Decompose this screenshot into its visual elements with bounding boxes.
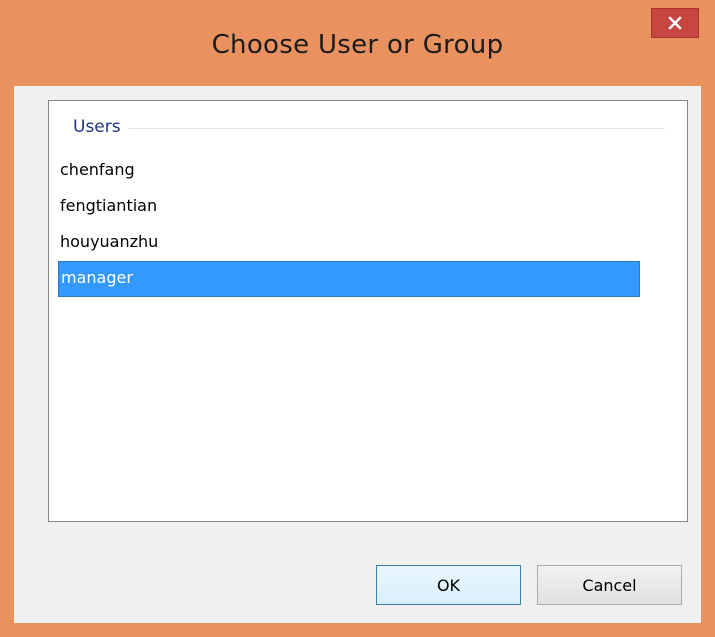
title-bar[interactable]: Choose User or Group bbox=[0, 0, 715, 86]
dialog-client-area: Users chenfang fengtiantian houyuanzhu m… bbox=[14, 86, 701, 623]
group-header: Users bbox=[59, 115, 665, 139]
list-item-manager[interactable]: manager bbox=[58, 261, 640, 297]
close-button[interactable] bbox=[651, 8, 699, 38]
list-item-chenfang[interactable]: chenfang bbox=[58, 153, 640, 189]
user-list-panel[interactable]: Users chenfang fengtiantian houyuanzhu m… bbox=[48, 100, 688, 522]
ok-button[interactable]: OK bbox=[376, 565, 521, 605]
dialog-window: Choose User or Group Users chenfang feng… bbox=[0, 0, 715, 637]
window-title: Choose User or Group bbox=[211, 30, 504, 60]
group-divider bbox=[128, 127, 665, 129]
cancel-button[interactable]: Cancel bbox=[537, 565, 682, 605]
list-item-houyuanzhu[interactable]: houyuanzhu bbox=[58, 225, 640, 261]
user-list: chenfang fengtiantian houyuanzhu manager bbox=[58, 153, 640, 297]
list-item-fengtiantian[interactable]: fengtiantian bbox=[58, 189, 640, 225]
group-title: Users bbox=[73, 117, 121, 137]
close-icon bbox=[668, 16, 682, 30]
